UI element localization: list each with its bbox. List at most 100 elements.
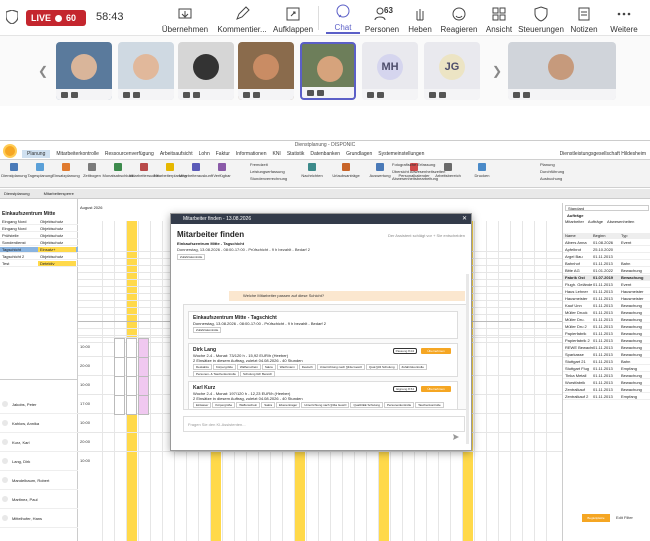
dialog-scrollbar[interactable] <box>466 274 469 444</box>
controls-button[interactable]: Steuerungen <box>518 2 564 34</box>
table-row[interactable]: Flugh. Gelände 01.11.2013 Event <box>563 282 650 288</box>
table-row[interactable]: Müller Dru 2 01.11.2013 Bewachung <box>563 324 650 330</box>
shift-card[interactable] <box>126 338 137 358</box>
accept-candidate-button[interactable]: Übernehmen <box>421 348 451 354</box>
ribbon-small-item[interactable]: Durchführung <box>540 169 564 174</box>
chevron-right-icon[interactable]: ❯ <box>492 64 502 78</box>
table-row[interactable]: Kauf Unn 01.11.2013 Bewachung <box>563 303 650 309</box>
ribbon-button[interactable]: Einsatzplanung <box>52 163 80 178</box>
order-row[interactable]: Tagschicht Einsatz+ <box>0 247 78 253</box>
shift-card[interactable] <box>138 338 149 358</box>
shift-card[interactable] <box>126 376 137 396</box>
ribbon-button[interactable]: Dienstplanung <box>1 163 27 178</box>
order-row[interactable]: Tagschicht 2 Objektschutz <box>0 254 78 260</box>
more-button[interactable]: Weitere <box>608 2 640 34</box>
shift-card[interactable] <box>126 357 137 377</box>
chevron-left-icon[interactable]: ❮ <box>38 64 48 78</box>
participant-tile[interactable] <box>56 42 112 100</box>
employee-row[interactable]: Lang, Dirk <box>0 452 78 471</box>
participant-tile[interactable] <box>238 42 294 100</box>
close-icon[interactable]: ✕ <box>462 214 467 224</box>
table-row[interactable]: Papierfabrik 2 01.11.2013 Bewachung <box>563 338 650 344</box>
ribbon-small-item[interactable]: Abwesenheitsbearbeitung <box>392 176 438 181</box>
ribbon-tab[interactable]: Faktur <box>216 151 230 157</box>
table-row[interactable]: Albers Anna 01.08.2026 Event <box>563 240 650 246</box>
table-row[interactable]: REWE Bewachung01.11.2013 Bewachung <box>563 345 650 351</box>
table-row[interactable]: Hausmeister 01.11.2013 Hausmeister <box>563 296 650 302</box>
ribbon-tab[interactable]: KNI <box>272 151 280 157</box>
notes-button[interactable]: Notizen <box>566 2 602 34</box>
ribbon-small-item[interactable]: Ausbuchung <box>540 176 562 181</box>
ribbon-small-item[interactable]: Fremdzeit <box>250 162 268 167</box>
ribbon-tab[interactable]: Arbeitsaufsicht <box>160 151 193 157</box>
employee-row[interactable]: Kurz, Karl <box>0 433 78 452</box>
people-button[interactable]: Personen <box>362 2 402 34</box>
ribbon-button[interactable]: Nachrichten <box>300 163 324 178</box>
table-row[interactable]: Zentralkauf 2 01.11.2013 Empfang <box>563 394 650 400</box>
participant-tile[interactable]: MH <box>362 42 418 100</box>
ribbon-button[interactable]: Mitarbeiterauskunft <box>179 163 213 178</box>
table-row[interactable]: Fabrik Ost 01.07.2019 Bewachung <box>563 275 650 281</box>
table-row[interactable]: Bahnhof 01.11.2013 Bahn <box>563 261 650 267</box>
table-row[interactable]: Papierfabrik 01.11.2013 Bewachung <box>563 331 650 337</box>
filter-select[interactable]: Standard <box>565 205 649 211</box>
ribbon-tab[interactable]: Planung <box>22 150 51 158</box>
send-icon[interactable] <box>453 434 459 440</box>
ribbon-button[interactable]: Tagesplanung <box>28 163 52 178</box>
panel-tab[interactable]: Aufträge <box>588 219 603 224</box>
shift-card[interactable] <box>114 376 125 396</box>
table-row[interactable]: Müller Dru. 01.11.2013 Bewachung <box>563 317 650 323</box>
ribbon-button[interactable]: Monatsabschluss <box>103 163 133 178</box>
shift-card[interactable] <box>138 357 149 377</box>
accept-candidate-button[interactable]: Übernehmen <box>421 386 451 392</box>
ribbon-tab[interactable]: Datenbanken <box>310 151 340 157</box>
ribbon-small-item[interactable]: Übersicht Abwesenheitszeiten <box>392 169 445 174</box>
react-button[interactable]: Reagieren <box>438 2 480 34</box>
table-row[interactable]: Bitte AG 01.01.2022 Bewachung <box>563 268 650 274</box>
shift-card[interactable] <box>114 357 125 377</box>
table-row[interactable]: Zentralkauf 01.11.2013 Bewachung <box>563 387 650 393</box>
participant-tile[interactable]: JG <box>424 42 480 100</box>
employee-row[interactable]: Martinez, Paul <box>0 490 78 509</box>
column-header[interactable]: Typ <box>619 233 647 238</box>
ribbon-button[interactable]: Mitarbeitersuche <box>129 163 159 178</box>
ribbon-small-item[interactable]: Planung <box>540 162 555 167</box>
order-row[interactable]: Eingang Nord Objektschutz <box>0 219 78 225</box>
ribbon-small-item[interactable]: Leistungserfassung <box>250 169 285 174</box>
raise-hand-button[interactable]: Heben <box>404 2 436 34</box>
ribbon-tab[interactable]: Mitarbeiterkontrolle <box>56 151 99 157</box>
ribbon-small-item[interactable]: Fotografische Erfassung <box>392 162 435 167</box>
participant-tile[interactable] <box>178 42 234 100</box>
table-row[interactable]: Müller Druck 01.11.2013 Bewachung <box>563 310 650 316</box>
employee-row[interactable]: Kahlow, Annika <box>0 414 78 433</box>
shift-card[interactable] <box>138 376 149 396</box>
ribbon-button[interactable]: Zeitbogen <box>80 163 104 178</box>
ribbon-tab[interactable]: Grundlagen <box>346 151 372 157</box>
table-row[interactable]: Sparkasse 01.11.2013 Bewachung <box>563 352 650 358</box>
ribbon-tab[interactable]: Statistik <box>287 151 305 157</box>
table-row[interactable]: Haus Lehner 01.11.2013 Hausmeister <box>563 289 650 295</box>
table-row[interactable]: Stuttgart 21 01.11.2013 Bahn <box>563 359 650 365</box>
ribbon-button[interactable]: Verfügbar <box>210 163 234 178</box>
edit-filter-link[interactable]: Edit Filter <box>616 514 633 522</box>
table-row[interactable]: Argel Bau 01.11.2013 <box>563 254 650 260</box>
order-row[interactable]: Prüfstelle Objektschutz <box>0 233 78 239</box>
assistant-input[interactable]: Fragen Sie den KI-Assistenten... <box>183 416 465 432</box>
ribbon-tab[interactable]: Lohn <box>199 151 210 157</box>
presenter-tile[interactable] <box>508 42 616 100</box>
tab-dienstplanung[interactable]: Dienstplanung <box>4 189 30 198</box>
shift-card[interactable] <box>138 395 149 415</box>
takeover-button[interactable]: Übernehmen <box>160 2 210 34</box>
expand-button[interactable]: Aufklappen <box>272 2 314 34</box>
shift-card[interactable] <box>114 395 125 415</box>
ribbon-button[interactable]: Urlaubsanträge <box>332 163 360 178</box>
ribbon-tab[interactable]: Informationen <box>236 151 267 157</box>
column-header[interactable]: Name <box>563 233 591 238</box>
panel-tab[interactable]: Mitarbeiter <box>565 219 584 224</box>
shift-card[interactable] <box>126 395 137 415</box>
annotate-button[interactable]: Kommentier... <box>216 2 268 34</box>
participant-tile-active[interactable] <box>300 42 356 100</box>
column-header[interactable]: Beginn <box>591 233 619 238</box>
table-row[interactable]: Stuttgart Flug 01.11.2013 Empfang <box>563 366 650 372</box>
panel-tab[interactable]: Abwesenheiten <box>607 219 634 224</box>
